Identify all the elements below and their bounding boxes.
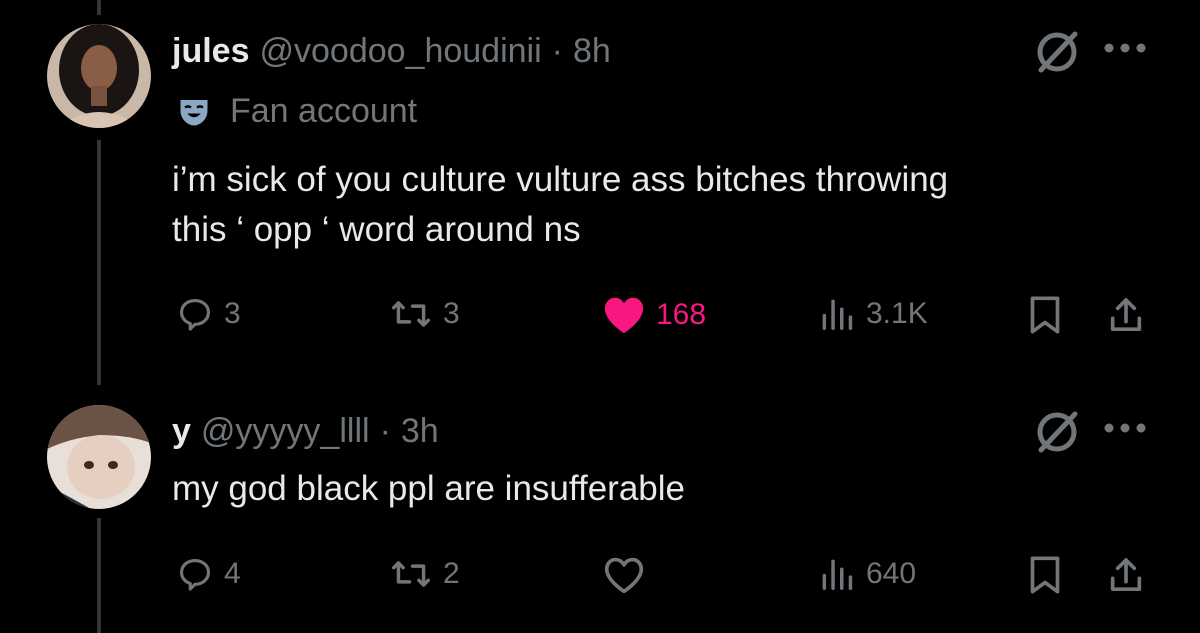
bookmark-icon[interactable] [1028, 295, 1062, 335]
mask-icon [180, 99, 208, 125]
like-button[interactable]: 168 [602, 295, 706, 335]
views-button[interactable]: 3.1K [818, 295, 928, 333]
reply-count: 3 [224, 297, 241, 330]
share-icon[interactable] [1106, 555, 1146, 595]
repost-count: 3 [443, 297, 460, 330]
grok-icon[interactable] [1033, 28, 1081, 76]
like-count: 168 [656, 298, 707, 331]
reply-button[interactable]: 3 [176, 295, 241, 333]
like-icon [604, 297, 644, 334]
avatar[interactable] [47, 24, 151, 128]
reply-count: 4 [224, 557, 241, 590]
reply-button[interactable]: 4 [176, 555, 241, 593]
views-icon [822, 559, 853, 590]
account-label-text: Fan account [230, 92, 418, 130]
separator: · [551, 32, 563, 70]
tweet-text: i’m sick of you culture vulture ass bitc… [172, 160, 949, 249]
display-name[interactable]: jules [172, 32, 249, 71]
timestamp[interactable]: 8h [573, 32, 611, 71]
avatar[interactable] [47, 405, 151, 509]
account-label: Fan account [176, 92, 417, 131]
reply-icon [179, 298, 211, 331]
tweet-1[interactable]: jules @voodoo_houdinii · 8h Fan account … [0, 0, 1200, 370]
repost-icon [391, 561, 431, 587]
timestamp[interactable]: 3h [401, 412, 439, 451]
more-icon[interactable] [1103, 42, 1147, 54]
repost-count: 2 [443, 557, 460, 590]
grok-icon[interactable] [1033, 408, 1081, 456]
handle[interactable]: @yyyyy_llll [201, 412, 370, 451]
repost-button[interactable]: 3 [389, 295, 460, 333]
tweet-text: my god black ppl are insufferable [172, 469, 685, 508]
like-icon [604, 557, 644, 594]
handle[interactable]: @voodoo_houdinii [259, 32, 541, 71]
bookmark-icon[interactable] [1028, 555, 1062, 595]
views-icon [822, 299, 853, 330]
repost-button[interactable]: 2 [389, 555, 460, 593]
more-icon[interactable] [1103, 422, 1147, 434]
tweet-2[interactable]: y @yyyyy_llll · 3h my god black ppl are … [0, 370, 1200, 633]
tweet-header: jules @voodoo_houdinii · 8h [172, 32, 611, 71]
repost-icon [391, 301, 431, 327]
reply-icon [179, 558, 211, 591]
tweet-header: y @yyyyy_llll · 3h [172, 412, 439, 451]
share-icon[interactable] [1106, 295, 1146, 335]
display-name[interactable]: y [172, 412, 191, 451]
views-count: 640 [866, 557, 917, 590]
like-button[interactable] [602, 555, 656, 595]
separator: · [379, 412, 391, 450]
views-count: 3.1K [866, 297, 928, 330]
views-button[interactable]: 640 [818, 555, 916, 593]
